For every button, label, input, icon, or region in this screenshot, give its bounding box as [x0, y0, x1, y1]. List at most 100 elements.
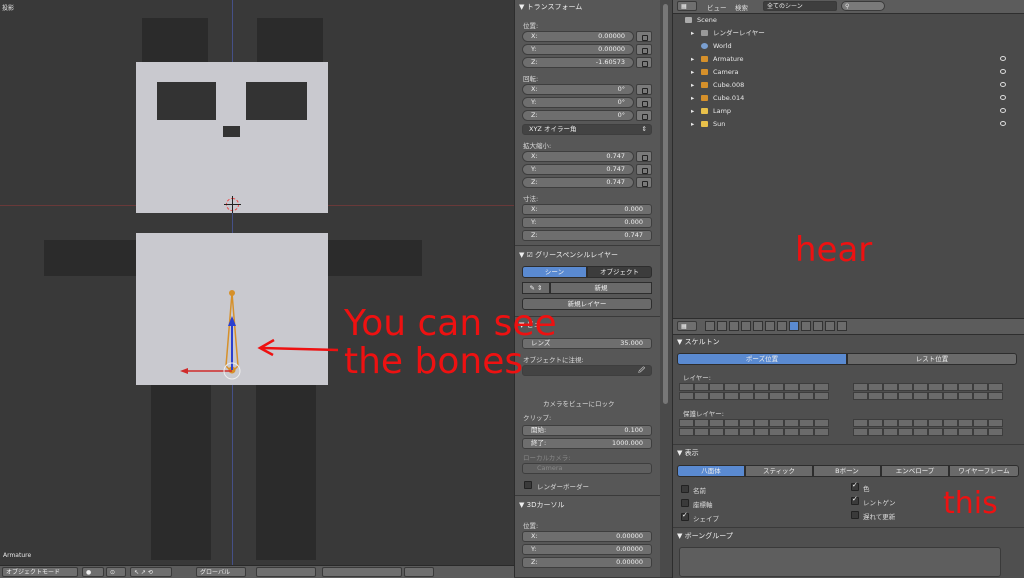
visibility-eye-icon[interactable]	[1000, 82, 1006, 87]
visibility-eye-icon[interactable]	[1000, 95, 1006, 100]
snap-toggle[interactable]	[322, 567, 402, 577]
grease-datablock-select[interactable]: ✎ ⇕	[522, 282, 550, 294]
world-tab-icon[interactable]	[741, 321, 751, 331]
transform-panel-header[interactable]: ▼ トランスフォーム	[519, 2, 582, 12]
outliner-search-input[interactable]: ⚲	[841, 1, 885, 11]
lock-location-x-button[interactable]	[636, 31, 652, 42]
outliner-row-sun[interactable]: ▸ Sun	[673, 118, 1024, 130]
xray-checkbox[interactable]	[851, 495, 859, 505]
lock-scale-x-button[interactable]	[636, 151, 652, 162]
dimension-y-field[interactable]: Y: 0.000	[522, 217, 652, 228]
skeleton-panel-header[interactable]: ▼ スケルトン	[677, 337, 720, 347]
grease-new-button[interactable]: 新規	[550, 282, 652, 294]
lock-scale-z-button[interactable]	[636, 177, 652, 188]
location-y-field[interactable]: Y: 0.00000	[522, 44, 634, 55]
display-wire-button[interactable]: ワイヤーフレーム	[949, 465, 1019, 477]
mode-select[interactable]: オブジェクトモード	[2, 567, 78, 577]
dimension-z-field[interactable]: Z: 0.747	[522, 230, 652, 241]
transform-gizmo[interactable]	[180, 316, 241, 380]
scene-tab-icon[interactable]	[729, 321, 739, 331]
expand-arrow-icon[interactable]: ▸	[691, 105, 694, 117]
expand-arrow-icon[interactable]: ▸	[691, 66, 694, 78]
visibility-eye-icon[interactable]	[1000, 56, 1006, 61]
modifiers-tab-icon[interactable]	[777, 321, 787, 331]
bone-constraints-tab-icon[interactable]	[813, 321, 823, 331]
layer-grid-right[interactable]	[853, 383, 1018, 401]
render-tab-icon[interactable]	[705, 321, 715, 331]
expand-arrow-icon[interactable]: ▸	[691, 92, 694, 104]
outliner-row-armature[interactable]: ▸ Armature	[673, 53, 1024, 65]
display-envelope-button[interactable]: エンベロープ	[881, 465, 949, 477]
location-z-field[interactable]: Z: -1.60573	[522, 57, 634, 68]
render-border-checkbox[interactable]	[524, 481, 532, 489]
colors-checkbox[interactable]	[851, 481, 859, 491]
3d-cursor-panel-header[interactable]: ▼ 3Dカーソル	[519, 500, 564, 510]
shapes-checkbox[interactable]	[681, 511, 689, 521]
scale-y-field[interactable]: Y: 0.747	[522, 164, 634, 175]
outliner-row-world[interactable]: World	[673, 40, 1024, 52]
display-octahedral-button[interactable]: 八面体	[677, 465, 745, 477]
render-layers-tab-icon[interactable]	[717, 321, 727, 331]
grease-pencil-panel-header[interactable]: ▼ ☑ グリースペンシルレイヤー	[519, 250, 618, 260]
clip-start-field[interactable]: 開始: 0.100	[522, 425, 652, 436]
scale-x-field[interactable]: X: 0.747	[522, 151, 634, 162]
orientation-select[interactable]: グローバル	[196, 567, 246, 577]
lock-location-z-button[interactable]	[636, 57, 652, 68]
outliner-search-menu[interactable]: 検索	[735, 2, 748, 12]
panel-scrollbar[interactable]	[660, 0, 672, 577]
render-buttons[interactable]	[404, 567, 434, 577]
grease-scene-tab[interactable]: シーン	[522, 266, 587, 278]
cursor-y-field[interactable]: Y: 0.00000	[522, 544, 652, 555]
visibility-eye-icon[interactable]	[1000, 121, 1006, 126]
object-tab-icon[interactable]	[753, 321, 763, 331]
lock-rotation-x-button[interactable]	[636, 84, 652, 95]
rotation-x-field[interactable]: X: 0°	[522, 84, 634, 95]
pivot-select[interactable]: ⊙	[106, 567, 126, 577]
outliner-row-camera[interactable]: ▸ Camera	[673, 66, 1024, 78]
display-stick-button[interactable]: スティック	[745, 465, 813, 477]
names-checkbox[interactable]	[681, 485, 689, 493]
shading-select[interactable]: ●	[82, 567, 104, 577]
editor-type-select[interactable]: ▦	[677, 321, 697, 331]
rotation-mode-select[interactable]: XYZ オイラー角 ⇕	[522, 124, 652, 135]
protected-layer-grid-right[interactable]	[853, 419, 1018, 437]
lock-scale-y-button[interactable]	[636, 164, 652, 175]
rotation-y-field[interactable]: Y: 0°	[522, 97, 634, 108]
expand-arrow-icon[interactable]: ▸	[691, 53, 694, 65]
display-panel-header[interactable]: ▼ 表示	[677, 448, 699, 458]
clip-end-field[interactable]: 終了: 1000.000	[522, 438, 652, 449]
layer-buttons[interactable]	[256, 567, 316, 577]
outliner-row-render-layer[interactable]: ▸ レンダーレイヤー	[673, 27, 1024, 39]
rotation-z-field[interactable]: Z: 0°	[522, 110, 634, 121]
expand-arrow-icon[interactable]: ▸	[691, 79, 694, 91]
outliner-view-menu[interactable]: ビュー	[707, 2, 727, 12]
location-x-field[interactable]: X: 0.00000	[522, 31, 634, 42]
lock-camera-to-view-label[interactable]: カメラをビューにロック	[543, 398, 615, 408]
display-bbone-button[interactable]: Bボーン	[813, 465, 881, 477]
constraints-tab-icon[interactable]	[765, 321, 775, 331]
editor-type-select[interactable]: ▦	[677, 1, 697, 11]
expand-arrow-icon[interactable]: ▸	[691, 27, 694, 39]
lock-rotation-y-button[interactable]	[636, 97, 652, 108]
outliner-row-cube-008[interactable]: ▸ Cube.008	[673, 79, 1024, 91]
pose-position-button[interactable]: ポーズ位置	[677, 353, 847, 365]
grease-object-tab[interactable]: オブジェクト	[587, 266, 652, 278]
texture-tab-icon[interactable]	[825, 321, 835, 331]
outliner-row-cube-014[interactable]: ▸ Cube.014	[673, 92, 1024, 104]
expand-arrow-icon[interactable]: ▸	[691, 118, 694, 130]
visibility-eye-icon[interactable]	[1000, 69, 1006, 74]
manipulator-toggle[interactable]: ↖ ↗ ⟲	[130, 567, 172, 577]
bone-groups-panel-header[interactable]: ▼ ボーングループ	[677, 531, 733, 541]
cursor-z-field[interactable]: Z: 0.00000	[522, 557, 652, 568]
lock-location-y-button[interactable]	[636, 44, 652, 55]
protected-layer-grid-left[interactable]	[679, 419, 844, 437]
armature-data-tab-icon[interactable]	[789, 321, 799, 331]
rest-position-button[interactable]: レスト位置	[847, 353, 1017, 365]
visibility-eye-icon[interactable]	[1000, 108, 1006, 113]
outliner-row-scene[interactable]: Scene	[673, 14, 1024, 26]
display-mode-select[interactable]: 全てのシーン	[763, 1, 837, 11]
lock-rotation-z-button[interactable]	[636, 110, 652, 121]
delay-refresh-checkbox[interactable]	[851, 511, 859, 519]
layer-grid-left[interactable]	[679, 383, 844, 401]
physics-tab-icon[interactable]	[837, 321, 847, 331]
